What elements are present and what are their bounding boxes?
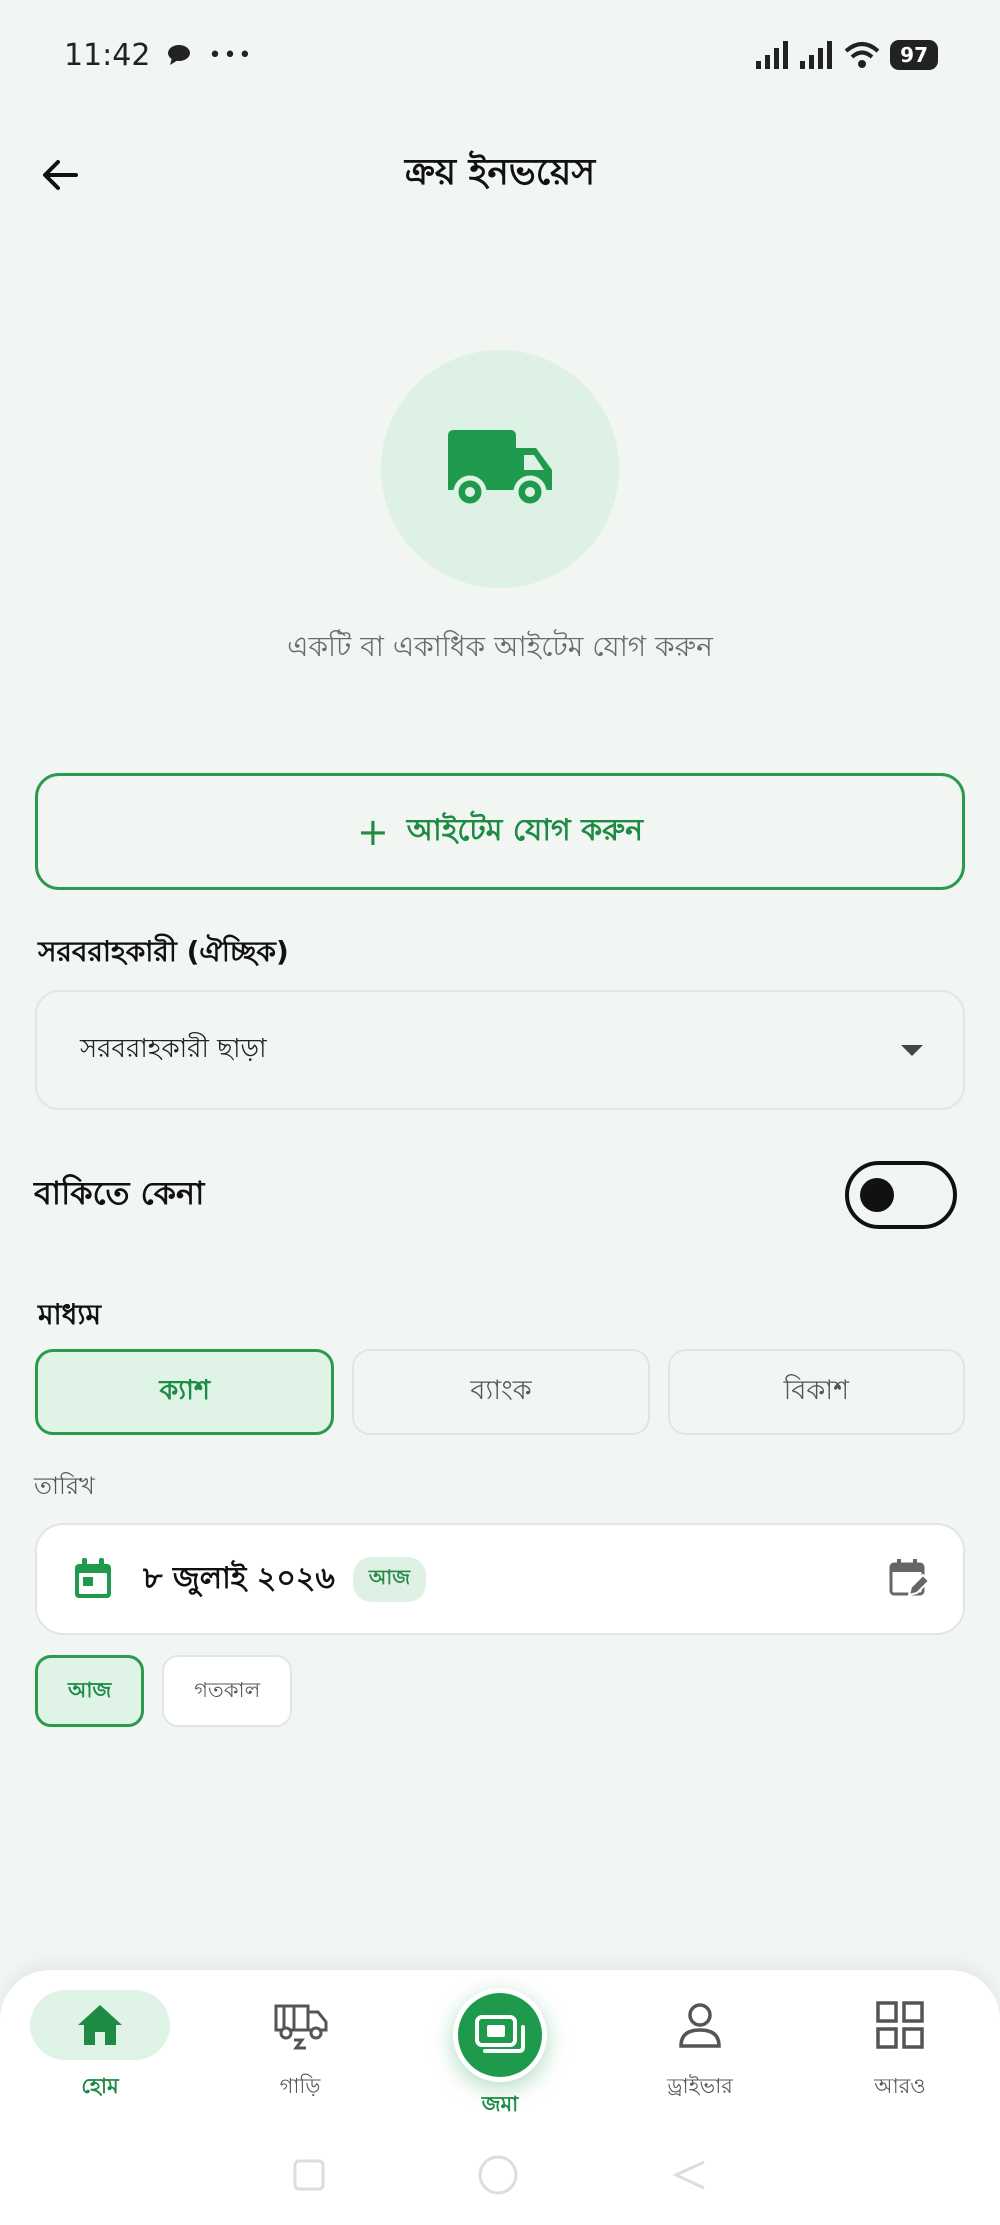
signal-icon-2 <box>800 41 833 69</box>
arrow-left-icon <box>43 160 78 190</box>
chevron-down-icon <box>901 1044 923 1056</box>
date-value: ৮ জুলাই ২০২৬ <box>143 1560 335 1596</box>
app-bar: ক্রয় ইনভয়েস <box>0 130 1000 220</box>
battery-indicator: 97 <box>890 40 938 70</box>
nav-label-drivers: ড্রাইভার <box>667 2074 733 2098</box>
supplier-selected-value: সরবরাহকারী ছাড়া <box>80 1034 267 1064</box>
system-navigation <box>0 2140 1000 2210</box>
toggle-knob <box>860 1178 894 1212</box>
nav-label-more: আরও <box>874 2074 926 2098</box>
nav-home-icon-wrap <box>30 1990 170 2060</box>
recent-apps-icon[interactable] <box>292 2158 326 2192</box>
person-icon <box>679 2003 721 2048</box>
add-item-label: আইটেম যোগ করুন <box>406 813 644 848</box>
supplier-select[interactable]: সরবরাহকারী ছাড়া <box>35 990 965 1110</box>
empty-hint: একটি বা একাধিক আইটেম যোগ করুন <box>287 630 713 663</box>
nav-more-icon-wrap <box>830 1990 970 2060</box>
status-time: 11:42 <box>64 37 151 73</box>
quick-date-chips: আজ গতকাল <box>35 1655 293 1727</box>
date-field[interactable]: ৮ জুলাই ২০২৬ আজ <box>35 1523 965 1635</box>
method-option-bank[interactable]: ব্যাংক <box>352 1349 650 1435</box>
credit-purchase-row: বাকিতে কেনা <box>34 1160 957 1230</box>
home-nav-icon[interactable] <box>476 2153 520 2197</box>
grid-icon <box>876 2001 924 2049</box>
status-bar: 11:42 ••• 97 <box>0 0 1000 110</box>
signal-icon <box>756 41 789 69</box>
credit-purchase-toggle[interactable] <box>845 1161 957 1229</box>
payment-method-selector: ক্যাশ ব্যাংক বিকাশ <box>35 1349 965 1435</box>
hero-illustration <box>381 350 619 588</box>
nav-label-vehicles: গাড়ি <box>279 2074 321 2098</box>
calendar-edit-icon[interactable] <box>889 1559 929 1599</box>
add-item-button[interactable]: + আইটেম যোগ করুন <box>35 773 965 890</box>
today-badge: আজ <box>352 1556 427 1602</box>
method-option-cash[interactable]: ক্যাশ <box>35 1349 335 1435</box>
credit-purchase-label: বাকিতে কেনা <box>34 1174 205 1212</box>
wifi-icon <box>844 42 880 68</box>
back-nav-icon[interactable] <box>670 2158 708 2192</box>
status-left: 11:42 ••• <box>64 38 253 73</box>
back-button[interactable] <box>30 145 90 205</box>
status-more-dots: ••• <box>208 42 254 68</box>
nav-label-home: হোম <box>81 2074 119 2098</box>
truck-icon <box>448 430 552 509</box>
payment-method-label: মাধ্যম <box>38 1298 102 1331</box>
chat-bubble-icon <box>168 45 191 65</box>
nav-label-deposit: জমা <box>481 2092 519 2116</box>
nav-item-vehicles[interactable]: গাড়ি <box>220 1990 380 2130</box>
status-right: 97 <box>756 40 938 70</box>
quick-date-today[interactable]: আজ <box>35 1655 145 1727</box>
nav-item-home[interactable]: হোম <box>20 1990 180 2130</box>
nav-drivers-icon-wrap <box>630 1990 770 2060</box>
method-option-bkash[interactable]: বিকাশ <box>667 1349 965 1435</box>
page-title: ক্রয় ইনভয়েস <box>404 152 596 193</box>
nav-item-deposit[interactable] <box>453 1988 547 2082</box>
quick-date-yesterday[interactable]: গতকাল <box>162 1655 293 1727</box>
supplier-label: সরবরাহকারী (ঐচ্ছিক) <box>38 935 289 968</box>
cash-icon <box>475 2015 525 2053</box>
home-icon <box>78 2005 122 2045</box>
nav-vehicles-icon-wrap <box>230 1990 370 2060</box>
date-label: তারিখ <box>34 1472 95 1500</box>
nav-item-drivers[interactable]: ড্রাইভার <box>620 1990 780 2130</box>
calendar-icon <box>75 1558 111 1598</box>
plus-icon: + <box>356 809 389 854</box>
vehicle-icon <box>274 2004 328 2050</box>
nav-item-more[interactable]: আরও <box>820 1990 980 2130</box>
